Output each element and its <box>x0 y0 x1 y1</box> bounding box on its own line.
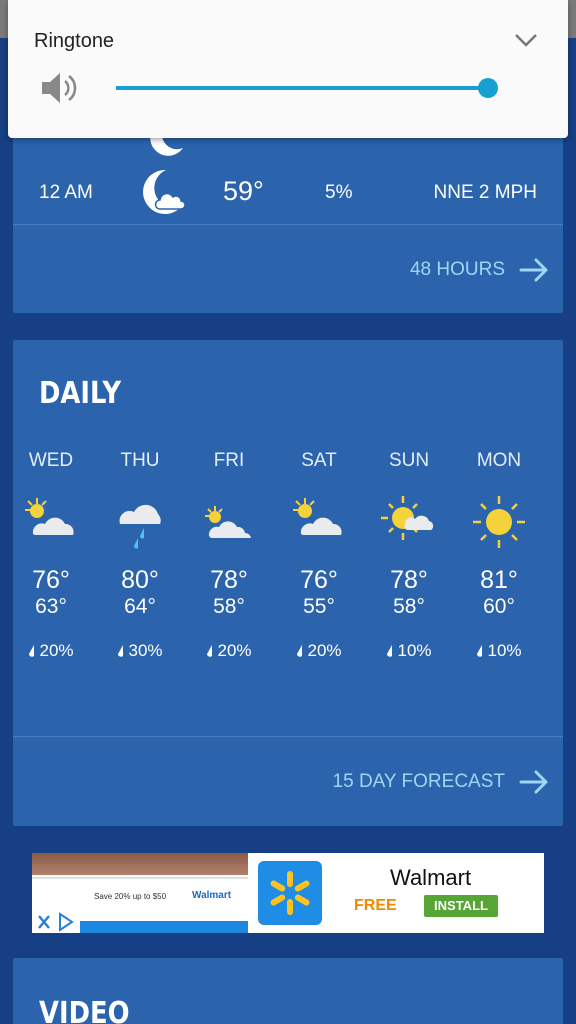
hourly-card: 12 AM 59° 5% NNE 2 MPH 48 HOURS <box>13 118 563 313</box>
day-name: SAT <box>301 450 337 471</box>
day-column[interactable]: WED 76° 63° 20% <box>6 450 96 661</box>
video-card: VIDEO <box>13 958 563 1024</box>
volume-panel: Ringtone <box>8 0 568 138</box>
day-low: 63° <box>35 595 67 618</box>
day-name: FRI <box>213 450 245 471</box>
hour-precipitation: 5% <box>325 182 353 203</box>
48-hours-link[interactable]: 48 HOURS <box>410 258 549 282</box>
ad-strip-text: Save 20% up to $50 <box>94 892 167 901</box>
day-column[interactable]: MON 81° 60° 10% <box>454 450 544 661</box>
ad-strip-footer <box>80 921 248 933</box>
day-column[interactable]: SAT 76° 55° 20% <box>274 450 364 661</box>
15-day-forecast-link[interactable]: 15 DAY FORECAST <box>333 770 549 794</box>
install-button[interactable]: INSTALL <box>424 895 498 917</box>
hour-time: 12 AM <box>39 182 93 203</box>
sunny-icon <box>473 496 525 548</box>
day-precipitation: 20% <box>274 641 364 661</box>
day-column[interactable]: SUN 78° 58° 10% <box>364 450 454 661</box>
day-low: 64° <box>124 595 156 618</box>
ad-banner[interactable]: Save 20% up to $50 Walmart Walmart FREE … <box>32 853 544 933</box>
day-precipitation: 30% <box>95 641 185 661</box>
day-high: 76° <box>300 566 338 594</box>
ad-title: Walmart <box>390 865 472 890</box>
day-high: 80° <box>121 566 159 594</box>
hourly-row[interactable]: 12 AM 59° 5% NNE 2 MPH <box>13 158 563 228</box>
daily-title: DAILY <box>39 376 122 411</box>
day-column[interactable]: THU 80° 64° 30% <box>95 450 185 661</box>
48-hours-label: 48 HOURS <box>409 259 505 280</box>
divider <box>13 224 563 225</box>
day-name: MON <box>476 450 522 471</box>
raindrop-icon <box>118 645 124 657</box>
raindrop-icon <box>207 645 213 657</box>
mostly-sunny-icon <box>381 496 434 540</box>
walmart-spark-icon <box>270 871 310 915</box>
hour-temperature: 59° <box>223 176 264 206</box>
partly-cloudy-icon <box>205 506 251 538</box>
rain-icon <box>119 504 161 549</box>
day-high: 81° <box>480 566 518 594</box>
precip-value: 30% <box>128 641 163 660</box>
partly-cloudy-icon <box>25 498 74 535</box>
divider <box>13 736 563 737</box>
raindrop-icon <box>29 645 35 657</box>
day-high: 78° <box>210 566 248 594</box>
precip-value: 20% <box>307 641 342 660</box>
speaker-icon[interactable] <box>40 70 80 106</box>
day-column[interactable]: FRI 78° 58° 20% <box>184 450 274 661</box>
chevron-down-icon[interactable] <box>514 32 538 48</box>
ad-strip: Save 20% up to $50 Walmart <box>32 877 248 915</box>
hour-wind: NNE 2 MPH <box>433 182 537 203</box>
daily-card: DAILY WED 76° 63° 20% THU 80° 64° 30% FR… <box>13 340 563 826</box>
day-precipitation: 20% <box>184 641 274 661</box>
day-high: 76° <box>32 566 70 594</box>
raindrop-icon <box>477 645 483 657</box>
moon-cloud-icon <box>143 169 186 214</box>
video-title: VIDEO <box>39 996 130 1024</box>
ad-price: FREE <box>354 897 397 914</box>
weather-app-screen: 12 AM 59° 5% NNE 2 MPH 48 HOURS DAILY WE… <box>0 0 576 1024</box>
day-precipitation: 10% <box>364 641 454 661</box>
arrow-right-icon <box>519 770 548 794</box>
day-low: 60° <box>483 595 515 618</box>
day-name: SUN <box>388 450 430 471</box>
precip-value: 10% <box>397 641 432 660</box>
volume-slider-track[interactable] <box>116 86 490 90</box>
precip-value: 20% <box>39 641 74 660</box>
partly-cloudy-icon <box>293 498 342 535</box>
raindrop-icon <box>297 645 303 657</box>
arrow-right-icon <box>519 258 548 282</box>
day-name: WED <box>28 450 74 471</box>
volume-title: Ringtone <box>34 30 115 52</box>
day-precipitation: 10% <box>454 641 544 661</box>
raindrop-icon <box>387 645 393 657</box>
walmart-logo <box>258 861 322 925</box>
ad-strip-brand: Walmart <box>192 890 232 901</box>
precip-value: 10% <box>487 641 522 660</box>
precip-value: 20% <box>217 641 252 660</box>
day-precipitation: 20% <box>6 641 96 661</box>
15-day-forecast-label: 15 DAY FORECAST <box>332 771 505 792</box>
volume-slider-thumb[interactable] <box>478 78 498 98</box>
day-high: 78° <box>390 566 428 594</box>
day-low: 58° <box>213 595 245 618</box>
ad-choices-icon[interactable] <box>36 911 76 933</box>
day-name: THU <box>120 450 160 471</box>
day-low: 55° <box>303 595 335 618</box>
day-low: 58° <box>393 595 425 618</box>
